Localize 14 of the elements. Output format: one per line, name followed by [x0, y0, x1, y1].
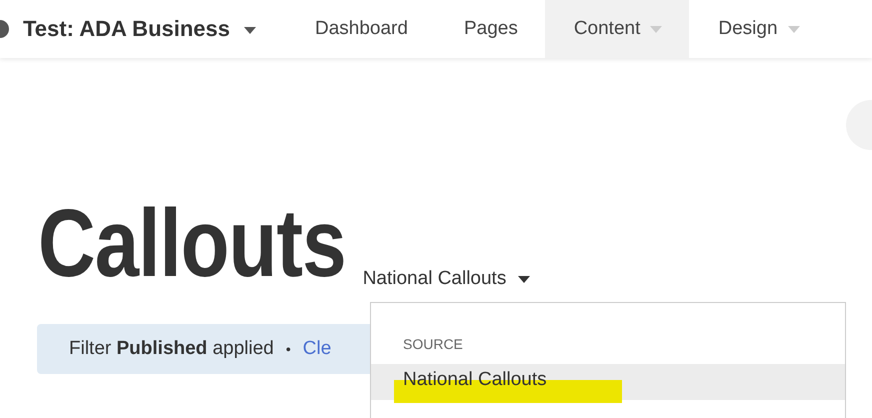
site-title[interactable]: Test: ADA Business	[23, 16, 230, 42]
clear-link[interactable]: Cle	[302, 338, 332, 360]
filter-text: Filter Published applied	[69, 338, 274, 360]
nav-tab[interactable]: Pages	[434, 0, 545, 58]
caret-icon	[518, 276, 530, 282]
caret-icon	[244, 27, 256, 34]
separator-dot: •	[286, 341, 291, 357]
logo-icon	[0, 20, 9, 38]
section-label: SOURCE	[402, 335, 464, 354]
source-dropdown[interactable]: National Callouts	[362, 268, 530, 290]
page-heading: Callouts	[38, 189, 346, 299]
nav-tab[interactable]: Design	[689, 0, 827, 58]
nav-tab[interactable]: Dashboard	[315, 0, 435, 58]
nav-tab[interactable]: Content	[544, 0, 690, 58]
